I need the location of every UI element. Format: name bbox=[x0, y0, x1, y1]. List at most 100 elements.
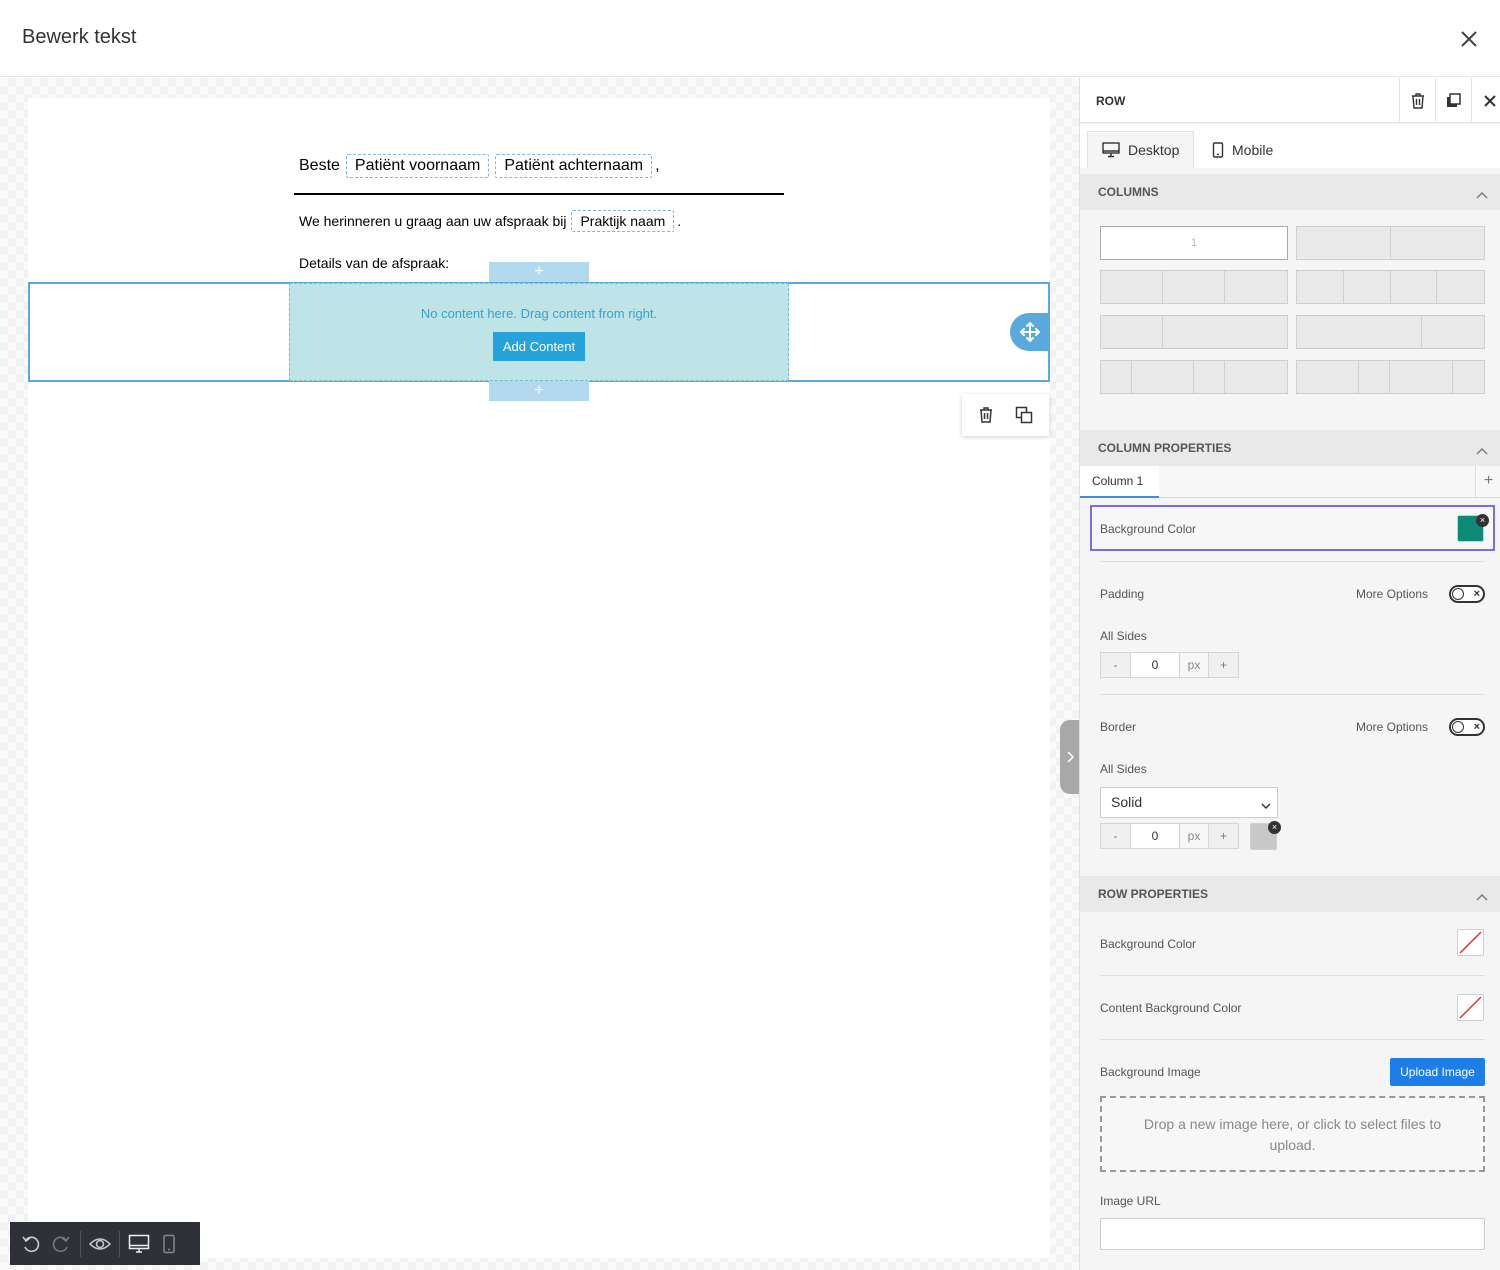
undo-icon[interactable] bbox=[16, 1229, 46, 1259]
greeting-text: Beste bbox=[299, 157, 340, 174]
close-panel-icon[interactable] bbox=[1471, 78, 1500, 123]
add-content-button[interactable]: Add Content bbox=[492, 332, 586, 361]
padding-decrement-button[interactable]: - bbox=[1101, 653, 1130, 677]
layout-1-column[interactable]: 1 bbox=[1100, 226, 1288, 260]
preview-eye-icon[interactable] bbox=[85, 1229, 115, 1259]
row-properties-header[interactable]: ROW PROPERTIES bbox=[1080, 876, 1500, 912]
period-text: . bbox=[677, 213, 682, 229]
close-icon[interactable] bbox=[1456, 26, 1482, 52]
border-width-stepper: - 0 px + bbox=[1100, 823, 1239, 849]
column-tabs: Column 1 + bbox=[1080, 466, 1500, 498]
toolbar-separator bbox=[119, 1230, 120, 1257]
column-properties-title: COLUMN PROPERTIES bbox=[1098, 441, 1232, 455]
comma-text: , bbox=[655, 157, 660, 174]
reminder-text: We herinneren u graag aan uw afspraak bi… bbox=[299, 213, 567, 229]
border-increment-button[interactable]: + bbox=[1209, 824, 1238, 848]
merge-tag-lastname[interactable]: Patiënt achternaam bbox=[495, 154, 653, 178]
toolbar-separator bbox=[80, 1230, 81, 1257]
columns-section-header[interactable]: COLUMNS bbox=[1080, 174, 1500, 210]
duplicate-row-icon[interactable] bbox=[1015, 406, 1033, 424]
add-column-button[interactable]: + bbox=[1475, 466, 1500, 498]
chevron-up-icon[interactable] bbox=[1476, 186, 1488, 204]
properties-panel: ROW Desktop Mobile COLUMNS 1 COLUMN PROP… bbox=[1079, 78, 1500, 1270]
border-label: Border bbox=[1100, 720, 1137, 734]
image-dropzone[interactable]: Drop a new image here, or click to selec… bbox=[1100, 1096, 1485, 1172]
desktop-icon bbox=[1102, 142, 1120, 158]
redo-icon[interactable] bbox=[46, 1229, 76, 1259]
padding-all-sides-label: All Sides bbox=[1100, 629, 1147, 643]
border-more-options-label: More Options bbox=[1356, 720, 1429, 734]
add-row-above-button[interactable]: + bbox=[489, 262, 589, 282]
layout-4-columns[interactable] bbox=[1296, 270, 1485, 304]
empty-column[interactable]: No content here. Drag content from right… bbox=[289, 283, 789, 381]
details-text: Details van de afspraak: bbox=[299, 255, 450, 271]
panel-title: ROW bbox=[1096, 94, 1126, 108]
column-properties-header[interactable]: COLUMN PROPERTIES bbox=[1080, 430, 1500, 466]
tab-desktop[interactable]: Desktop bbox=[1087, 131, 1195, 168]
padding-value-input[interactable]: 0 bbox=[1130, 653, 1180, 677]
mobile-icon bbox=[1212, 141, 1224, 158]
image-url-input[interactable] bbox=[1100, 1218, 1485, 1250]
padding-increment-button[interactable]: + bbox=[1209, 653, 1238, 677]
tab-desktop-label: Desktop bbox=[1128, 142, 1180, 158]
chevron-up-icon[interactable] bbox=[1476, 888, 1488, 906]
chevron-down-icon bbox=[1261, 797, 1271, 813]
row-actions bbox=[962, 394, 1049, 436]
tab-mobile[interactable]: Mobile bbox=[1198, 131, 1287, 168]
content-background-color-label: Content Background Color bbox=[1100, 1001, 1242, 1015]
padding-more-options-toggle[interactable]: × bbox=[1449, 585, 1485, 603]
padding-stepper: - 0 px + bbox=[1100, 652, 1239, 678]
layout-2-1-2-1-columns[interactable] bbox=[1296, 360, 1485, 394]
tab-mobile-label: Mobile bbox=[1232, 141, 1274, 158]
panel-header: ROW bbox=[1080, 78, 1500, 123]
divider bbox=[1100, 975, 1485, 976]
desktop-view-icon[interactable] bbox=[124, 1229, 154, 1259]
clear-border-color-icon[interactable]: × bbox=[1268, 821, 1281, 834]
border-style-select[interactable]: Solid bbox=[1100, 787, 1278, 818]
clear-color-icon[interactable]: × bbox=[1476, 514, 1489, 527]
divider bbox=[1100, 1039, 1485, 1040]
greeting-line[interactable]: Beste Patiënt voornaam Patiënt achternaa… bbox=[299, 154, 660, 178]
delete-row-icon[interactable] bbox=[978, 406, 994, 424]
chevron-up-icon[interactable] bbox=[1476, 442, 1488, 460]
padding-more-options-label: More Options bbox=[1356, 587, 1429, 601]
row-background-color-swatch[interactable] bbox=[1457, 929, 1484, 956]
border-decrement-button[interactable]: - bbox=[1101, 824, 1130, 848]
layout-2-columns[interactable] bbox=[1296, 226, 1485, 260]
divider bbox=[1100, 694, 1485, 695]
reminder-line[interactable]: We herinneren u graag aan uw afspraak bi… bbox=[299, 210, 681, 232]
mobile-view-icon[interactable] bbox=[154, 1229, 184, 1259]
layout-3-columns[interactable] bbox=[1100, 270, 1288, 304]
empty-column-message: No content here. Drag content from right… bbox=[420, 306, 658, 321]
layout-cell-label: 1 bbox=[1190, 237, 1198, 249]
tab-column-1[interactable]: Column 1 bbox=[1080, 466, 1159, 498]
no-color-icon bbox=[1459, 931, 1482, 954]
merge-tag-practice[interactable]: Praktijk naam bbox=[571, 210, 675, 232]
duplicate-icon[interactable] bbox=[1435, 78, 1471, 123]
device-tabs: Desktop Mobile bbox=[1080, 124, 1500, 168]
layout-1-2-1-2-columns[interactable] bbox=[1100, 360, 1288, 394]
border-more-options-toggle[interactable]: × bbox=[1449, 718, 1485, 736]
row-properties-title: ROW PROPERTIES bbox=[1098, 887, 1209, 901]
columns-section-title: COLUMNS bbox=[1098, 185, 1159, 199]
border-width-input[interactable]: 0 bbox=[1130, 824, 1180, 848]
no-color-icon bbox=[1459, 996, 1482, 1019]
layout-1-2-columns[interactable] bbox=[1100, 315, 1288, 349]
layout-2-1-columns[interactable] bbox=[1296, 315, 1485, 349]
modal-header: Bewerk tekst bbox=[0, 0, 1500, 77]
column-background-color-label: Background Color bbox=[1100, 522, 1197, 536]
divider bbox=[1100, 561, 1485, 562]
delete-icon[interactable] bbox=[1399, 78, 1435, 123]
image-url-label: Image URL bbox=[1100, 1194, 1161, 1208]
padding-unit: px bbox=[1180, 653, 1209, 677]
editor-canvas: Beste Patiënt voornaam Patiënt achternaa… bbox=[0, 78, 1080, 1270]
merge-tag-firstname[interactable]: Patiënt voornaam bbox=[345, 154, 490, 178]
border-style-value: Solid bbox=[1111, 794, 1143, 810]
padding-label: Padding bbox=[1100, 587, 1145, 601]
collapse-panel-toggle[interactable] bbox=[1060, 720, 1080, 794]
add-row-below-button[interactable]: + bbox=[489, 381, 589, 401]
chevron-right-icon bbox=[1067, 751, 1075, 763]
move-icon[interactable] bbox=[1010, 313, 1050, 351]
content-background-color-swatch[interactable] bbox=[1457, 994, 1484, 1021]
upload-image-button[interactable]: Upload Image bbox=[1390, 1058, 1485, 1086]
